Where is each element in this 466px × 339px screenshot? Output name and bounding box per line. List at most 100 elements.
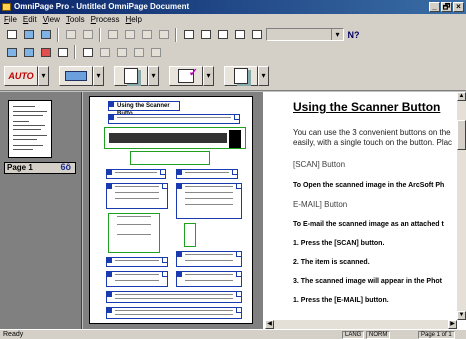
menu-help[interactable]: Help: [124, 14, 146, 26]
copy-button[interactable]: [122, 27, 137, 42]
zoom-out-button[interactable]: [232, 27, 247, 42]
new-document-button[interactable]: [4, 27, 19, 42]
email-button-heading[interactable]: E-MAIL] Button: [293, 200, 463, 209]
manual-zone-button[interactable]: [21, 44, 36, 60]
scan-button-heading[interactable]: [SCAN] Button: [293, 160, 463, 169]
zone-order-button[interactable]: [55, 44, 70, 60]
table-view-button[interactable]: [215, 27, 230, 42]
auto-zone-button[interactable]: [4, 44, 19, 60]
image-zone[interactable]: [108, 213, 160, 253]
text-zone[interactable]: [106, 291, 242, 303]
text-zone[interactable]: [176, 271, 242, 287]
new-document-icon: [6, 30, 17, 39]
menu-view[interactable]: View: [41, 14, 64, 26]
zone-tool-button[interactable]: [131, 44, 146, 60]
standard-toolbar: N?: [0, 26, 466, 43]
menu-process[interactable]: Process: [89, 14, 124, 26]
spell-check-icon: [82, 30, 93, 39]
image-zone[interactable]: [130, 151, 210, 165]
restore-button[interactable]: 🗗: [441, 2, 452, 12]
image-view-pane: Using the Scanner Butto: [83, 92, 261, 329]
text-editor-pane[interactable]: Using the Scanner Button You can use the…: [261, 92, 466, 329]
zone-type-icon: [40, 47, 51, 57]
menu-file[interactable]: File: [2, 14, 21, 26]
scroll-down-arrow-icon[interactable]: ▼: [457, 311, 466, 320]
zone-tool-button[interactable]: [114, 44, 129, 60]
scroll-right-arrow-icon[interactable]: ▶: [448, 320, 457, 329]
scan-image-dropdown[interactable]: ▾: [93, 65, 104, 86]
zoom-glasses-icon[interactable]: 6ô: [60, 162, 71, 172]
paragraph-line[interactable]: easily, with a single touch on the butto…: [293, 138, 463, 147]
toolbar-separator: [57, 27, 59, 42]
scanner-icon: [65, 70, 87, 81]
vertical-scroll-thumb[interactable]: [457, 120, 466, 150]
text-zone[interactable]: [108, 114, 240, 124]
draw-zone-button[interactable]: [80, 44, 95, 60]
horizontal-scrollbar[interactable]: ◀ ▶: [265, 320, 457, 329]
zone-heading[interactable]: Using the Scanner Butto: [108, 101, 180, 117]
menu-edit[interactable]: Edit: [21, 14, 41, 26]
ocr-document-icon: [124, 67, 138, 84]
zoom-combo[interactable]: [266, 28, 344, 41]
text-zone[interactable]: [106, 183, 168, 209]
perform-ocr-button[interactable]: ▾: [114, 64, 159, 88]
step-line[interactable]: 2. The item is scanned.: [293, 259, 463, 266]
text-zone[interactable]: [106, 307, 242, 319]
vertical-scrollbar[interactable]: ▲ ▼: [457, 92, 466, 320]
menu-tools[interactable]: Tools: [64, 14, 89, 26]
auto-ocr-button[interactable]: AUTO ▾: [4, 64, 49, 88]
open-button[interactable]: [21, 27, 36, 42]
scroll-left-arrow-icon[interactable]: ◀: [265, 320, 274, 329]
page-number-label: Page 1: [7, 163, 33, 172]
image-zone[interactable]: [184, 223, 196, 247]
zone-toolbar: [0, 43, 466, 61]
spell-check-button[interactable]: [80, 27, 95, 42]
zoom-out-icon: [234, 30, 245, 39]
document-title[interactable]: Using the Scanner Button: [293, 100, 463, 114]
zone-type-button[interactable]: [38, 44, 53, 60]
process-toolbar: AUTO ▾ ▾ ▾ ▾ ▾: [0, 61, 466, 91]
save-button[interactable]: [38, 27, 53, 42]
proofread-check-icon: [178, 66, 198, 83]
image-view-button[interactable]: [198, 27, 213, 42]
text-editor-view-button[interactable]: [181, 27, 196, 42]
text-zone[interactable]: [106, 257, 168, 267]
text-zone[interactable]: [176, 183, 242, 219]
undo-button[interactable]: [156, 27, 171, 42]
scan-image-button[interactable]: ▾: [59, 64, 104, 88]
zoom-in-button[interactable]: [249, 27, 264, 42]
text-zone[interactable]: [176, 169, 238, 179]
step-line[interactable]: 1. Press the [SCAN] button.: [293, 240, 463, 247]
cut-button[interactable]: [105, 27, 120, 42]
text-zone[interactable]: [106, 169, 166, 179]
perform-ocr-dropdown[interactable]: ▾: [148, 65, 159, 86]
omnipage-app-icon[interactable]: [2, 3, 11, 11]
export-dropdown[interactable]: ▾: [258, 65, 269, 86]
scanned-page-image[interactable]: Using the Scanner Butto: [89, 96, 253, 324]
email-instructions[interactable]: To E-mail the scanned image as an attach…: [293, 221, 463, 228]
export-button[interactable]: ▾: [224, 64, 269, 88]
close-button[interactable]: ×: [453, 2, 464, 12]
page-thumbnail[interactable]: [8, 100, 52, 158]
step-line[interactable]: 1. Press the [E-MAIL] button.: [293, 297, 463, 304]
status-ready: Ready: [3, 331, 24, 338]
page-thumbnail-label[interactable]: Page 1 6ô: [4, 162, 76, 174]
text-zone[interactable]: [106, 271, 168, 287]
zone-tool-button[interactable]: [97, 44, 112, 60]
zone-tool-button[interactable]: [148, 44, 163, 60]
proofread-button[interactable]: ▾: [169, 64, 214, 88]
auto-ocr-dropdown[interactable]: ▾: [38, 65, 49, 86]
context-help-button[interactable]: N?: [346, 27, 361, 42]
window-controls: _ 🗗 ×: [429, 2, 464, 12]
print-button[interactable]: [63, 27, 78, 42]
step-line[interactable]: 3. The scanned image will appear in the …: [293, 278, 463, 285]
image-zone[interactable]: [104, 127, 246, 149]
scan-instructions[interactable]: To Open the scanned image in the ArcSoft…: [293, 182, 463, 189]
scroll-up-arrow-icon[interactable]: ▲: [457, 92, 466, 101]
paste-button[interactable]: [139, 27, 154, 42]
minimize-button[interactable]: _: [429, 2, 440, 12]
paragraph-line[interactable]: You can use the 3 convenient buttons on …: [293, 128, 463, 137]
proofread-dropdown[interactable]: ▾: [203, 65, 214, 86]
zone-tool-icon: [116, 47, 127, 57]
text-zone[interactable]: [176, 251, 242, 267]
